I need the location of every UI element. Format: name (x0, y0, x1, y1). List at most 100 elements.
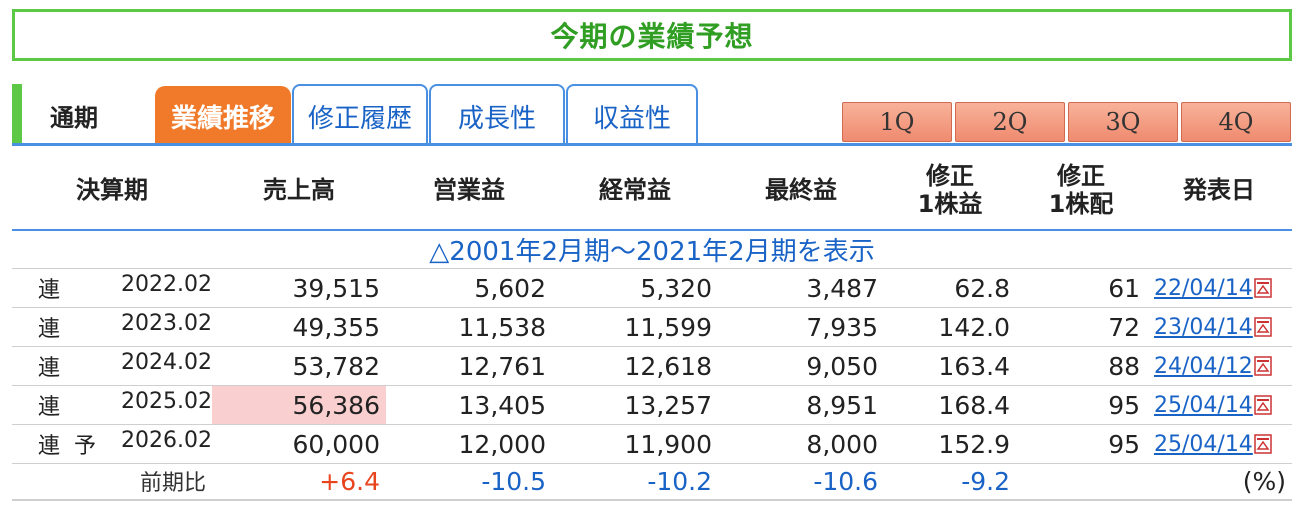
ratio-operating: -10.5 (386, 463, 552, 501)
row-period: 2025.02 (121, 389, 212, 414)
title-box: 今期の業績予想 (12, 9, 1292, 61)
quarter-4q-button[interactable]: 4Q (1181, 102, 1291, 142)
header-operating: 営業益 (386, 150, 552, 231)
tab-static-label: 通期 (50, 104, 98, 132)
pdf-icon[interactable] (1254, 277, 1272, 298)
row-period: 2024.02 (121, 350, 212, 375)
row-kind: 連 2023.02 (12, 307, 212, 347)
row-kind: 連予 2026.02 (12, 424, 212, 464)
cell-sales: 53,782 (212, 346, 386, 386)
tab-performance[interactable]: 業績推移 (155, 86, 291, 145)
cell-date: 23/04/14 (1146, 307, 1292, 347)
cell-net: 7,935 (718, 307, 884, 347)
cell-date: 22/04/14 (1146, 268, 1292, 308)
quarter-3q-button[interactable]: 3Q (1068, 102, 1178, 142)
cell-dividend: 61 (1016, 268, 1146, 308)
row-kind-consolidated: 連 (38, 356, 61, 381)
row-kind-consolidated: 連 (38, 434, 61, 459)
header-eps: 修正 1株益 (884, 150, 1016, 231)
cell-dividend: 95 (1016, 424, 1146, 464)
pdf-icon[interactable] (1254, 433, 1272, 454)
cell-date: 24/04/12 (1146, 346, 1292, 386)
cell-operating: 12,000 (386, 424, 552, 464)
cell-net: 8,951 (718, 385, 884, 425)
header-eps-line1: 修正 (926, 161, 974, 190)
header-sales: 売上高 (212, 150, 386, 231)
tab-profitability[interactable]: 収益性 (566, 84, 698, 146)
quarter-1q-button[interactable]: 1Q (842, 102, 952, 142)
date-link[interactable]: 22/04/14 (1154, 276, 1253, 301)
cell-eps: 163.4 (884, 346, 1016, 386)
row-period: 2022.02 (121, 272, 212, 297)
history-link[interactable]: △2001年2月期～2021年2月期を表示 (12, 230, 1292, 269)
ratio-sales: +6.4 (212, 463, 386, 501)
cell-date: 25/04/14 (1146, 424, 1292, 464)
ratio-label: 前期比 (12, 463, 212, 501)
header-net: 最終益 (718, 150, 884, 231)
cell-sales: 39,515 (212, 268, 386, 308)
row-kind-consolidated: 連 (38, 395, 61, 420)
section-marker (12, 84, 22, 143)
ratio-unit: (%) (1146, 463, 1292, 501)
header-period: 決算期 (12, 150, 212, 231)
cell-date: 25/04/14 (1146, 385, 1292, 425)
ratio-empty (1016, 463, 1146, 501)
cell-eps: 62.8 (884, 268, 1016, 308)
cell-ordinary: 12,618 (552, 346, 718, 386)
date-link[interactable]: 24/04/12 (1154, 354, 1253, 379)
header-dividend-line2: 1株配 (1048, 189, 1114, 218)
tab-growth[interactable]: 成長性 (429, 84, 565, 146)
cell-operating: 13,405 (386, 385, 552, 425)
row-period: 2023.02 (121, 311, 212, 336)
cell-eps: 142.0 (884, 307, 1016, 347)
cell-eps: 168.4 (884, 385, 1016, 425)
row-forecast-mark: 予 (74, 434, 97, 459)
history-link-row: △2001年2月期～2021年2月期を表示 (12, 230, 1292, 269)
cell-dividend: 95 (1016, 385, 1146, 425)
tab-divider (12, 143, 1292, 146)
cell-ordinary: 11,599 (552, 307, 718, 347)
pdf-icon[interactable] (1254, 316, 1272, 337)
row-kind: 連 2024.02 (12, 346, 212, 386)
cell-dividend: 72 (1016, 307, 1146, 347)
row-kind: 連 2022.02 (12, 268, 212, 308)
table-row: 連予 2026.02 60,000 12,000 11,900 8,000 152.9 95 2… (12, 424, 1292, 464)
cell-net: 3,487 (718, 268, 884, 308)
header-dividend-line1: 修正 (1057, 161, 1105, 190)
ratio-ordinary: -10.2 (552, 463, 718, 501)
cell-sales: 60,000 (212, 424, 386, 464)
row-kind-consolidated: 連 (38, 278, 61, 303)
ratio-row: 前期比 +6.4 -10.5 -10.2 -10.6 -9.2 (%) (12, 463, 1292, 501)
ratio-eps: -9.2 (884, 463, 1016, 501)
date-link[interactable]: 25/04/14 (1154, 393, 1253, 418)
tab-revision-history[interactable]: 修正履歴 (292, 84, 428, 146)
table-header-row: 決算期 売上高 営業益 経常益 最終益 修正 1株益 修正 1株配 発表日 (12, 150, 1292, 231)
table-row: 連 2022.02 39,515 5,602 5,320 3,487 62.8 61 22/04… (12, 268, 1292, 308)
cell-sales: 56,386 (212, 385, 386, 425)
cell-operating: 5,602 (386, 268, 552, 308)
date-link[interactable]: 23/04/14 (1154, 315, 1253, 340)
cell-ordinary: 11,900 (552, 424, 718, 464)
quarter-2q-button[interactable]: 2Q (955, 102, 1065, 142)
header-date: 発表日 (1146, 150, 1292, 231)
cell-net: 8,000 (718, 424, 884, 464)
cell-ordinary: 13,257 (552, 385, 718, 425)
row-kind: 連 2025.02 (12, 385, 212, 425)
cell-net: 9,050 (718, 346, 884, 386)
cell-operating: 11,538 (386, 307, 552, 347)
ratio-net: -10.6 (718, 463, 884, 501)
cell-ordinary: 5,320 (552, 268, 718, 308)
header-dividend: 修正 1株配 (1016, 150, 1146, 231)
row-kind-consolidated: 連 (38, 317, 61, 342)
pdf-icon[interactable] (1254, 355, 1272, 376)
row-period: 2026.02 (121, 428, 212, 453)
date-link[interactable]: 25/04/14 (1154, 432, 1253, 457)
cell-sales: 49,355 (212, 307, 386, 347)
pdf-icon[interactable] (1254, 394, 1272, 415)
header-eps-line2: 1株益 (917, 189, 983, 218)
header-ordinary: 経常益 (552, 150, 718, 231)
table-row: 連 2024.02 53,782 12,761 12,618 9,050 163.4 88 24… (12, 346, 1292, 386)
performance-table: 決算期 売上高 営業益 経常益 最終益 修正 1株益 修正 1株配 発表日 △200… (12, 150, 1292, 501)
cell-dividend: 88 (1016, 346, 1146, 386)
table-row: 連 2023.02 49,355 11,538 11,599 7,935 142.0 72 23… (12, 307, 1292, 347)
